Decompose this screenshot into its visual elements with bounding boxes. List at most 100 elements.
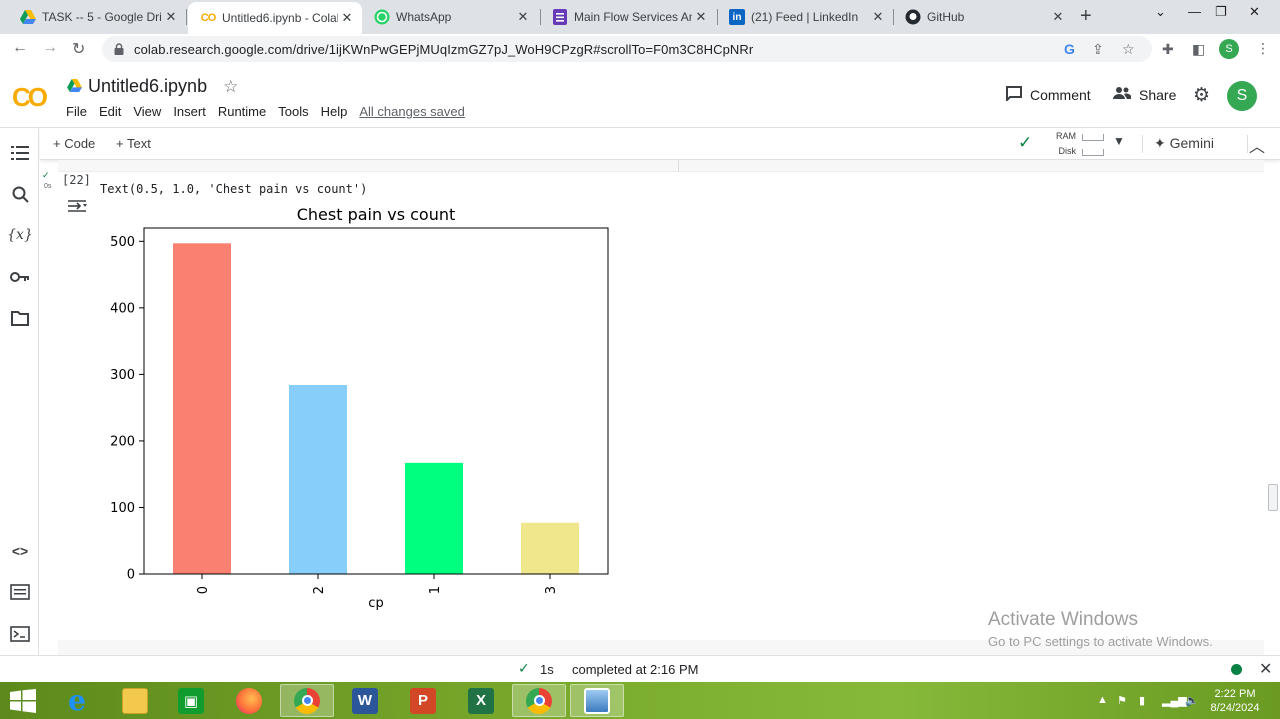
table-of-contents-icon[interactable] <box>9 142 31 164</box>
tab-google-drive[interactable]: TASK -- 5 - Google Driv ✕ <box>8 3 186 31</box>
collapse-chevron-icon[interactable]: ︿ <box>1249 133 1265 157</box>
menu-file[interactable]: File <box>66 104 87 119</box>
close-tab-icon[interactable]: ✕ <box>162 9 180 25</box>
y-tick-label-200: 200 <box>110 434 135 449</box>
google-drive-icon <box>20 9 36 25</box>
files-folder-icon[interactable] <box>9 307 31 329</box>
tray-expand-icon[interactable]: ▲ <box>1097 694 1108 706</box>
google-drive-icon <box>67 76 82 97</box>
output-actions-icon[interactable] <box>66 198 88 219</box>
menu-edit[interactable]: Edit <box>99 104 121 119</box>
y-tick-label-400: 400 <box>110 301 135 316</box>
forward-icon[interactable]: → <box>42 39 58 57</box>
address-bar[interactable]: colab.research.google.com/drive/1ijKWnPw… <box>102 36 1152 62</box>
powerpoint-icon: P <box>410 687 436 714</box>
save-status-link[interactable]: All changes saved <box>359 104 465 119</box>
reload-icon[interactable]: ↻ <box>72 39 85 59</box>
menu-tools[interactable]: Tools <box>278 104 308 119</box>
firefox-icon <box>236 687 262 714</box>
minimize-icon[interactable]: — <box>1188 4 1201 19</box>
extensions-icon[interactable]: ✚ <box>1162 41 1174 58</box>
code-snippets-icon[interactable]: <> <box>9 540 31 562</box>
tab-linkedin[interactable]: in (21) Feed | LinkedIn ✕ <box>717 3 893 31</box>
store-icon: ▣ <box>178 687 204 714</box>
close-status-icon[interactable]: ✕ <box>1259 659 1272 679</box>
share-button[interactable]: Share <box>1113 86 1176 103</box>
settings-gear-icon[interactable]: ⚙ <box>1193 84 1210 107</box>
share-page-icon[interactable]: ⇪ <box>1092 41 1104 58</box>
gemini-button[interactable]: ✦ Gemini <box>1154 135 1214 152</box>
run-success-check-icon: ✓ <box>42 170 50 180</box>
left-sidebar: {x} <> <box>0 128 39 655</box>
taskbar-internet-explorer[interactable]: e <box>50 684 104 717</box>
variables-icon[interactable]: {x} <box>7 224 33 246</box>
windows-start-icon[interactable] <box>10 689 36 713</box>
command-palette-icon[interactable] <box>9 581 31 603</box>
close-tab-icon[interactable]: ✕ <box>338 10 356 26</box>
profile-avatar[interactable]: S <box>1219 39 1239 59</box>
bar-0 <box>173 243 231 575</box>
taskbar-file-explorer[interactable] <box>108 684 162 717</box>
taskbar-clock[interactable]: 2:22 PM 8/24/2024 <box>1206 687 1264 715</box>
menu-runtime[interactable]: Runtime <box>218 104 266 119</box>
browser-menu-icon[interactable]: ⋮ <box>1256 40 1270 57</box>
clock-date: 8/24/2024 <box>1210 702 1260 714</box>
search-icon[interactable] <box>9 183 31 205</box>
taskbar-store[interactable]: ▣ <box>164 684 218 717</box>
network-signal-icon[interactable]: ▂▄▆ <box>1162 694 1187 707</box>
execution-count: [22] <box>62 173 91 187</box>
code-cell-bottom-edge <box>58 160 1264 172</box>
taskbar-powerpoint[interactable]: P <box>396 684 450 717</box>
y-tick-label-500: 500 <box>110 235 135 250</box>
scrollbar-thumb[interactable] <box>1268 484 1278 511</box>
battery-icon[interactable]: ▮ <box>1139 694 1145 707</box>
terminal-icon[interactable] <box>9 623 31 645</box>
user-avatar[interactable]: S <box>1227 81 1257 111</box>
bookmark-star-icon[interactable]: ☆ <box>1122 41 1135 58</box>
notebook-title[interactable]: Untitled6.ipynb <box>88 76 207 97</box>
colab-header: CO Untitled6.ipynb ☆ File Edit View Inse… <box>0 64 1280 128</box>
comment-button[interactable]: Comment <box>1006 86 1091 104</box>
taskbar-chrome-profile[interactable] <box>512 684 566 717</box>
tab-search-icon[interactable]: ⌄ <box>1155 4 1166 20</box>
menu-view[interactable]: View <box>133 104 161 119</box>
action-center-flag-icon[interactable]: ⚑ <box>1117 694 1127 707</box>
add-text-button[interactable]: + Text <box>116 136 151 151</box>
watermark-subtitle: Go to PC settings to activate Windows. <box>988 634 1213 649</box>
menu-insert[interactable]: Insert <box>173 104 206 119</box>
close-tab-icon[interactable]: ✕ <box>514 9 532 25</box>
new-tab-button[interactable]: + <box>1080 5 1092 28</box>
tab-whatsapp[interactable]: WhatsApp ✕ <box>362 3 538 31</box>
taskbar-firefox[interactable] <box>222 684 276 717</box>
taskbar-excel[interactable]: X <box>454 684 508 717</box>
close-tab-icon[interactable]: ✕ <box>869 9 887 25</box>
google-lens-icon[interactable]: G <box>1064 41 1075 57</box>
menu-help[interactable]: Help <box>321 104 348 119</box>
star-icon[interactable]: ☆ <box>223 77 238 97</box>
internet-explorer-icon: e <box>68 684 86 717</box>
taskbar-photos[interactable] <box>570 684 624 717</box>
runtime-status-dot[interactable] <box>1231 664 1242 675</box>
tab-colab[interactable]: CO Untitled6.ipynb - Colab ✕ <box>188 2 362 34</box>
taskbar-word[interactable]: W <box>338 684 392 717</box>
restore-icon[interactable]: ❐ <box>1215 4 1227 20</box>
close-tab-icon[interactable]: ✕ <box>692 9 710 25</box>
tab-github[interactable]: GitHub ✕ <box>893 3 1073 31</box>
tab-google-forms[interactable]: Main Flow Services And ✕ <box>540 3 716 31</box>
x-axis-label: cp <box>368 596 383 611</box>
chrome-icon <box>294 687 320 714</box>
close-tab-icon[interactable]: ✕ <box>1049 9 1067 25</box>
secrets-key-icon[interactable] <box>9 266 31 288</box>
bar-1 <box>405 462 463 574</box>
runtime-dropdown-icon[interactable]: ▼ <box>1113 134 1125 148</box>
add-code-button[interactable]: + Code <box>53 136 95 151</box>
back-icon[interactable]: ← <box>12 39 28 57</box>
side-panel-icon[interactable]: ◧ <box>1192 41 1205 58</box>
gemini-label: Gemini <box>1169 135 1214 151</box>
status-bar: ✓ 1s completed at 2:16 PM ✕ <box>0 655 1280 682</box>
taskbar-chrome-active[interactable] <box>280 684 334 717</box>
colab-logo[interactable]: CO <box>12 82 48 113</box>
comment-label: Comment <box>1030 87 1091 103</box>
close-window-icon[interactable]: ✕ <box>1249 4 1260 20</box>
volume-icon[interactable]: 🔈 <box>1185 694 1199 707</box>
